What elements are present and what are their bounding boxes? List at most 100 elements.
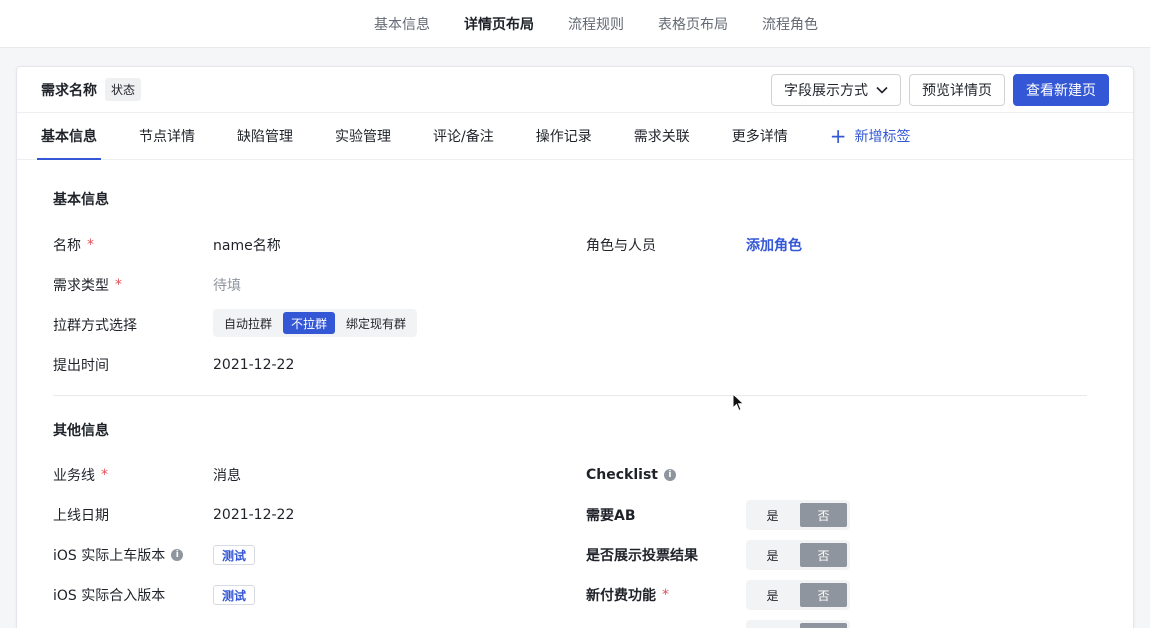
option-yes[interactable]: 是 [749, 503, 796, 527]
field-label: 名称 [53, 238, 81, 254]
field-label: 需要AB [586, 508, 636, 524]
yes-no-toggle: 是 否 [746, 540, 850, 570]
tab-operation-log[interactable]: 操作记录 [536, 112, 592, 159]
tab-related-requirements[interactable]: 需求关联 [634, 112, 690, 159]
field-placeholder: 待填 [213, 278, 241, 294]
view-new-page-button[interactable]: 查看新建页 [1013, 73, 1109, 106]
segment-auto-group[interactable]: 自动拉群 [216, 312, 280, 334]
option-yes[interactable] [749, 623, 796, 628]
info-icon[interactable]: i [171, 549, 184, 561]
detail-tabbar: 基本信息 节点详情 缺陷管理 实验管理 评论/备注 操作记录 需求关联 更多详情… [17, 113, 1133, 160]
top-navigation: 基本信息 详情页布局 流程规则 表格页布局 流程角色 [0, 0, 1150, 48]
field-business: 业务线 * [53, 465, 108, 485]
field-label: 新付费功能 [586, 588, 656, 604]
field-name-value[interactable]: name名称 [213, 235, 281, 255]
add-tab-label: 新增标签 [854, 128, 911, 145]
top-tab-basic-info[interactable]: 基本信息 [374, 14, 430, 34]
tab-node-details[interactable]: 节点详情 [139, 112, 195, 159]
top-tab-table-layout[interactable]: 表格页布局 [658, 14, 728, 34]
status-badge: 状态 [105, 78, 142, 101]
info-icon[interactable]: i [663, 469, 676, 481]
field-need-ab: 需要AB [586, 505, 636, 525]
top-tab-flow-roles[interactable]: 流程角色 [762, 14, 818, 34]
required-asterisk: * [115, 277, 122, 293]
segment-bind-existing[interactable]: 绑定现有群 [338, 312, 414, 334]
yes-no-toggle: 是 否 [746, 580, 850, 610]
option-yes[interactable]: 是 [749, 543, 796, 567]
field-online-date-value[interactable]: 2021-12-22 [213, 505, 294, 525]
basic-section-title: 基本信息 [53, 192, 109, 208]
field-business-value[interactable]: 消息 [213, 465, 241, 485]
new-paid-toggle: 是 否 [746, 579, 850, 611]
tab-comments[interactable]: 评论/备注 [433, 112, 494, 159]
field-type-value[interactable]: 待填 [213, 275, 241, 295]
field-label: 拉群方式选择 [53, 318, 137, 334]
field-value: name名称 [213, 238, 281, 254]
field-checklist: Checklist i [586, 465, 676, 485]
header-actions: 字段展示方式 预览详情页 查看新建页 [771, 73, 1109, 106]
group-method-segmented: 自动拉群 不拉群 绑定现有群 [213, 307, 418, 339]
field-submit-time: 提出时间 [53, 355, 109, 375]
field-label: 需求类型 [53, 278, 109, 294]
field-value: 2021-12-22 [213, 507, 295, 523]
top-tab-detail-layout[interactable]: 详情页布局 [464, 14, 534, 34]
field-value: 消息 [213, 468, 241, 484]
option-no[interactable]: 否 [800, 543, 847, 567]
option-no[interactable]: 否 [800, 503, 847, 527]
tab-experiments[interactable]: 实验管理 [335, 112, 391, 159]
tag-chip: 测试 [213, 545, 256, 565]
card-header: 需求名称 状态 字段展示方式 预览详情页 查看新建页 [17, 67, 1133, 113]
add-role-text: 添加角色 [746, 238, 802, 254]
segmented-control: 自动拉群 不拉群 绑定现有群 [213, 309, 418, 337]
field-ios-merge-value[interactable]: 测试 [213, 585, 256, 605]
required-asterisk: * [87, 237, 94, 253]
field-ios-version-value[interactable]: 测试 [213, 545, 256, 565]
field-value: 2021-12-22 [213, 357, 295, 373]
add-role-link[interactable]: 添加角色 [746, 235, 802, 255]
field-label: 是否展示投票结果 [586, 548, 698, 564]
next-toggle-partial [746, 619, 850, 628]
field-display-dropdown[interactable]: 字段展示方式 [771, 73, 901, 106]
preview-detail-button[interactable]: 预览详情页 [909, 73, 1005, 106]
yes-no-toggle: 是 否 [746, 500, 850, 530]
show-vote-toggle: 是 否 [746, 539, 850, 571]
field-show-vote: 是否展示投票结果 [586, 545, 698, 565]
card-content: 基本信息 名称 * name名称 角色与人员 添加角色 需求类型 * 待填 拉群… [17, 161, 1133, 628]
field-label: 上线日期 [53, 508, 109, 524]
field-type: 需求类型 * [53, 275, 122, 295]
add-tab-button[interactable]: + 新增标签 [830, 112, 911, 159]
tab-defects[interactable]: 缺陷管理 [237, 112, 293, 159]
option-yes[interactable]: 是 [749, 583, 796, 607]
option-no[interactable]: 否 [800, 583, 847, 607]
chevron-down-icon [876, 86, 888, 94]
field-ios-version: iOS 实际上车版本 i [53, 545, 184, 565]
other-section-title: 其他信息 [53, 423, 109, 439]
mouse-cursor-icon [732, 393, 745, 412]
field-label: 提出时间 [53, 358, 109, 374]
tab-basic-info[interactable]: 基本信息 [37, 112, 101, 160]
field-role: 角色与人员 [586, 235, 656, 255]
field-label: iOS 实际上车版本 [53, 548, 166, 564]
top-tab-flow-rules[interactable]: 流程规则 [568, 14, 624, 34]
field-label: Checklist [586, 467, 658, 483]
required-asterisk: * [101, 467, 108, 483]
plus-icon: + [829, 123, 847, 148]
field-label: 业务线 [53, 468, 95, 484]
field-label: 角色与人员 [586, 238, 656, 254]
tab-more-details[interactable]: 更多详情 [732, 112, 788, 159]
yes-no-toggle [746, 620, 850, 628]
field-name: 名称 * [53, 235, 94, 255]
field-new-paid: 新付费功能 * [586, 585, 669, 605]
requirement-title: 需求名称 [41, 82, 97, 99]
field-label: iOS 实际合入版本 [53, 588, 166, 604]
detail-layout-card: 需求名称 状态 字段展示方式 预览详情页 查看新建页 基本信息 节点详情 缺陷管… [16, 66, 1134, 628]
field-display-label: 字段展示方式 [784, 82, 868, 99]
required-asterisk: * [662, 587, 669, 603]
segment-no-group[interactable]: 不拉群 [283, 312, 336, 334]
field-ios-merge: iOS 实际合入版本 [53, 585, 165, 605]
field-group-method: 拉群方式选择 [53, 315, 137, 335]
option-no[interactable] [800, 623, 847, 628]
field-online-date: 上线日期 [53, 505, 109, 525]
field-submit-time-value[interactable]: 2021-12-22 [213, 355, 294, 375]
need-ab-toggle: 是 否 [746, 499, 850, 531]
